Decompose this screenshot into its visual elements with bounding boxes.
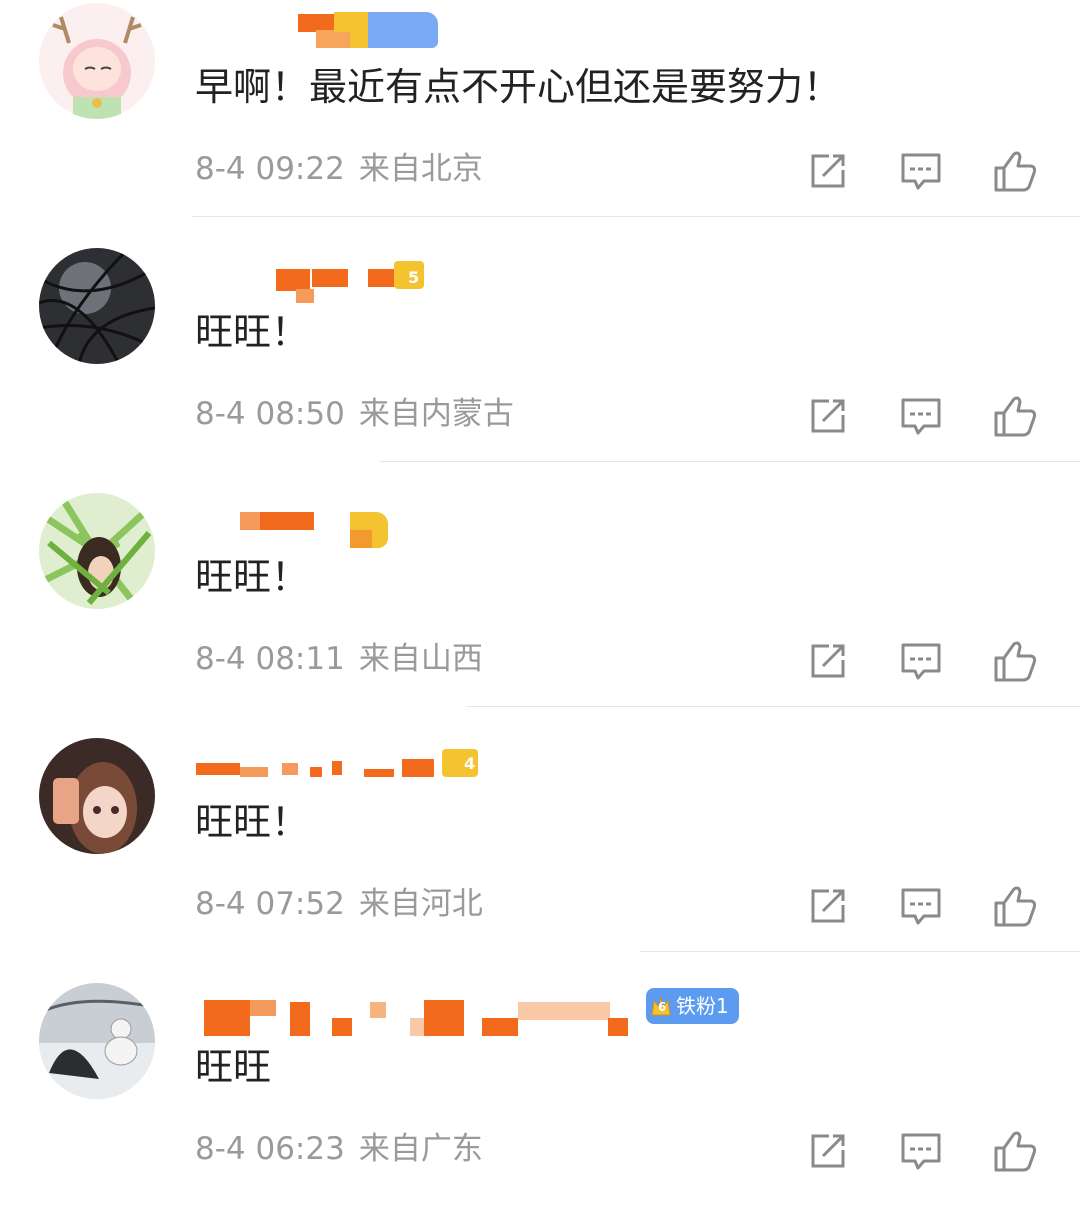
comment-item: 早啊！最近有点不开心但还是要努力！ 8-4 09:22 来自北京 (0, 0, 1080, 245)
user-avatar[interactable] (39, 3, 155, 119)
like-button[interactable] (992, 883, 1038, 929)
repost-button[interactable] (805, 638, 851, 684)
reply-icon (901, 643, 941, 680)
comment-location: 来自山西 (358, 641, 483, 677)
divider (380, 461, 1080, 462)
comment-item: 6 铁粉1 旺旺 8-4 06:23 来自广东 (0, 980, 1080, 1225)
comment-text: 旺旺！ (195, 310, 310, 354)
user-level-badge: 5 (408, 268, 420, 287)
like-icon (994, 641, 1037, 682)
comment-item: 5 旺旺！ 8-4 08:50 来自内蒙古 (0, 245, 1080, 490)
comment-text: 旺旺 (195, 1045, 272, 1089)
comment-text: 早啊！最近有点不开心但还是要努力！ (195, 65, 842, 109)
comment-time: 8-4 08:11 (195, 641, 345, 677)
comment-item: 4 旺旺！ 8-4 07:52 来自河北 (0, 735, 1080, 980)
reply-button[interactable] (898, 883, 944, 929)
comment-time: 8-4 08:50 (195, 396, 345, 432)
like-button[interactable] (992, 393, 1038, 439)
comment-list: 早啊！最近有点不开心但还是要努力！ 8-4 09:22 来自北京 5 旺旺！ 8… (0, 0, 1080, 1174)
username-mosaic[interactable]: 5 (196, 255, 756, 303)
comment-location: 来自广东 (358, 1131, 483, 1167)
comment-meta: 8-4 09:22 来自北京 (195, 147, 483, 191)
fan-badge-label: 铁粉1 (676, 994, 729, 1018)
divider (192, 216, 1080, 217)
reply-icon (901, 1133, 941, 1170)
repost-button[interactable] (805, 148, 851, 194)
repost-icon (811, 889, 845, 923)
like-button[interactable] (992, 638, 1038, 684)
user-level-badge: 4 (464, 754, 476, 773)
username-mosaic[interactable] (196, 500, 756, 548)
like-icon (994, 886, 1037, 927)
divider (640, 951, 1080, 952)
user-avatar[interactable] (39, 248, 155, 364)
comment-location: 来自北京 (358, 151, 483, 187)
repost-button[interactable] (805, 883, 851, 929)
reply-button[interactable] (898, 1128, 944, 1174)
comment-meta: 8-4 08:11 来自山西 (195, 637, 483, 681)
comment-text: 旺旺！ (195, 800, 310, 844)
like-icon (994, 396, 1037, 437)
repost-icon (811, 154, 845, 188)
comment-location: 来自内蒙古 (358, 396, 514, 432)
fan-badge[interactable]: 6 铁粉1 (646, 988, 739, 1024)
repost-icon (811, 644, 845, 678)
like-button[interactable] (992, 1128, 1038, 1174)
reply-button[interactable] (898, 148, 944, 194)
like-button[interactable] (992, 148, 1038, 194)
username-mosaic[interactable] (196, 10, 756, 52)
reply-icon (901, 888, 941, 925)
reply-button[interactable] (898, 393, 944, 439)
comment-time: 8-4 07:52 (195, 886, 345, 922)
divider (466, 706, 1080, 707)
user-avatar[interactable] (39, 983, 155, 1099)
reply-button[interactable] (898, 638, 944, 684)
user-avatar[interactable] (39, 738, 155, 854)
user-avatar[interactable] (39, 493, 155, 609)
repost-icon (811, 399, 845, 433)
comment-time: 8-4 09:22 (195, 151, 345, 187)
comment-meta: 8-4 06:23 来自广东 (195, 1127, 483, 1171)
crown-level: 6 (658, 1000, 667, 1014)
comment-time: 8-4 06:23 (195, 1131, 345, 1167)
reply-icon (901, 153, 941, 190)
reply-icon (901, 398, 941, 435)
repost-button[interactable] (805, 393, 851, 439)
comment-item: 旺旺！ 8-4 08:11 来自山西 (0, 490, 1080, 735)
comment-text: 旺旺！ (195, 555, 310, 599)
comment-meta: 8-4 07:52 来自河北 (195, 882, 483, 926)
comment-meta: 8-4 08:50 来自内蒙古 (195, 392, 514, 436)
like-icon (994, 1131, 1037, 1172)
like-icon (994, 151, 1037, 192)
repost-icon (811, 1134, 845, 1168)
username-mosaic[interactable]: 4 (196, 745, 756, 787)
repost-button[interactable] (805, 1128, 851, 1174)
comment-location: 来自河北 (358, 886, 483, 922)
